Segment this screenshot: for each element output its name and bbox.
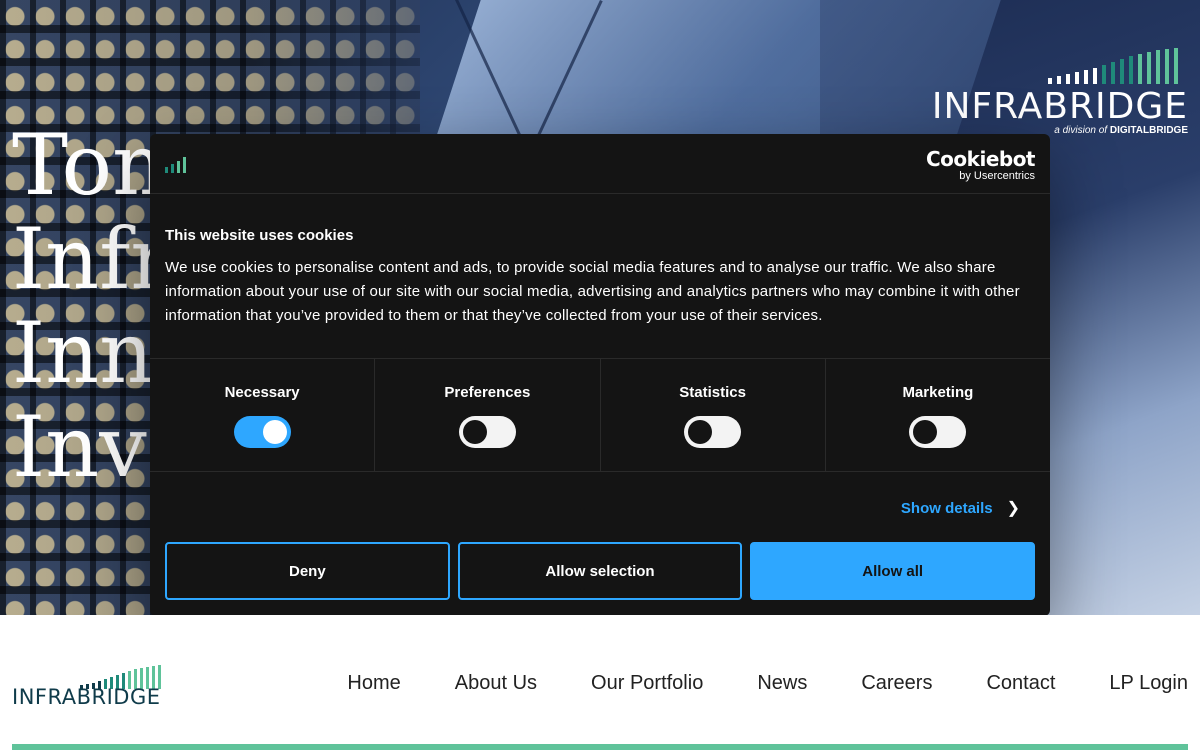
toggle-knob: [462, 420, 487, 444]
toggle-knob: [262, 420, 287, 444]
nav-item-home[interactable]: Home: [347, 672, 400, 695]
nav-item-news[interactable]: News: [757, 672, 807, 695]
cookie-category-statistics: Statistics: [601, 359, 826, 471]
cookiebot-logo[interactable]: Cookiebot by Usercentrics: [926, 147, 1036, 182]
main-navigation: INFRABRIDGE Home About Us Our Portfolio …: [0, 615, 1200, 750]
nav-item-lp-login[interactable]: LP Login: [1109, 672, 1188, 695]
cookie-consent-dialog: Cookiebot by Usercentrics This website u…: [150, 134, 1050, 616]
cookiebot-by: by Usercentrics: [959, 170, 1035, 182]
cookie-category-necessary: Necessary: [150, 359, 376, 471]
category-label: Preferences: [444, 384, 531, 401]
category-label: Statistics: [679, 384, 746, 401]
division-prefix: a division of: [1054, 125, 1108, 136]
nav-item-careers[interactable]: Careers: [861, 672, 932, 695]
cookie-categories: Necessary Preferences Statistics Marketi…: [150, 359, 1050, 472]
allow-all-button[interactable]: Allow all: [750, 542, 1036, 600]
nav-item-contact[interactable]: Contact: [986, 672, 1055, 695]
nav-accent-stripe: [12, 744, 1188, 750]
show-details-label: Show details: [900, 499, 993, 517]
deny-button[interactable]: Deny: [165, 542, 450, 600]
toggle-knob: [913, 420, 938, 444]
show-details-link[interactable]: Show details ❯: [901, 498, 1020, 518]
infrabridge-header-logo[interactable]: INFRABRIDGE a division of DIGITALBRIDGE: [932, 48, 1188, 140]
brand-wordmark: INFRABRIDGE: [931, 86, 1188, 127]
division-name: DIGITALBRIDGE: [1109, 125, 1188, 136]
cookie-dialog-header: Cookiebot by Usercentrics: [150, 134, 1050, 194]
nav-menu: Home About Us Our Portfolio News Careers…: [347, 672, 1188, 695]
statistics-toggle[interactable]: [684, 416, 742, 448]
cookie-description: We use cookies to personalise content an…: [165, 259, 1020, 324]
usercentrics-logo-icon: [165, 157, 186, 173]
chevron-right-icon: ❯: [1006, 500, 1020, 517]
marketing-toggle[interactable]: [909, 416, 967, 448]
brand-division-note: a division of DIGITALBRIDGE: [1054, 125, 1188, 136]
cookie-category-preferences: Preferences: [375, 359, 601, 471]
cookiebot-name: Cookiebot: [926, 147, 1036, 171]
nav-logo-wordmark: INFRABRIDGE: [12, 685, 161, 709]
infrabridge-nav-logo[interactable]: INFRABRIDGE: [12, 663, 162, 711]
preferences-toggle[interactable]: [458, 416, 516, 448]
cookie-heading: This website uses cookies: [165, 227, 354, 244]
cookie-category-marketing: Marketing: [826, 359, 1050, 471]
nav-item-our-portfolio[interactable]: Our Portfolio: [591, 672, 703, 695]
necessary-toggle[interactable]: [233, 416, 291, 448]
allow-selection-button[interactable]: Allow selection: [457, 542, 743, 600]
bar-graph-logo-icon: [1048, 48, 1178, 84]
cookie-actions: Deny Allow selection Allow all: [165, 542, 1036, 600]
toggle-knob: [688, 420, 713, 444]
nav-item-about-us[interactable]: About Us: [455, 672, 537, 695]
cookie-dialog-body: This website uses cookies We use cookies…: [150, 194, 1050, 359]
category-label: Marketing: [902, 384, 974, 401]
category-label: Necessary: [224, 384, 300, 401]
